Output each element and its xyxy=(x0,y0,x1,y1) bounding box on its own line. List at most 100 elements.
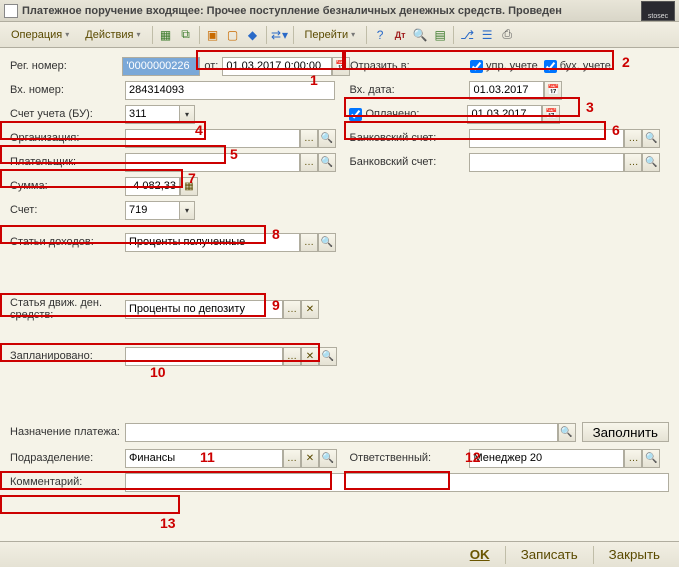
calendar-icon[interactable]: 📅 xyxy=(542,105,560,124)
acct-acct-label: бух. учете xyxy=(560,60,611,72)
account-input[interactable] xyxy=(125,201,180,220)
bank-account2-input[interactable] xyxy=(469,153,624,172)
comment-label: Комментарий: xyxy=(10,476,125,488)
payment-purpose-input[interactable] xyxy=(125,423,558,442)
ok-button[interactable]: OK xyxy=(459,545,501,565)
list-icon[interactable]: ☰ xyxy=(478,26,496,44)
fill-button[interactable]: Заполнить xyxy=(582,422,669,442)
in-date-label: Вх. дата: xyxy=(349,84,469,96)
search-button[interactable]: 🔍 xyxy=(558,423,576,442)
search-button[interactable]: 🔍 xyxy=(318,233,336,252)
income-articles-input[interactable] xyxy=(125,233,300,252)
account-bu-label: Счет учета (БУ): xyxy=(10,108,125,120)
sum-label: Сумма: xyxy=(10,180,125,192)
dtkt-icon[interactable]: Дт xyxy=(391,26,409,44)
paid-date-input[interactable] xyxy=(467,105,542,124)
separator xyxy=(266,26,267,44)
mgmt-acct-checkbox[interactable] xyxy=(470,60,483,73)
account-dropdown[interactable]: ▾ xyxy=(180,201,195,220)
goto-menu[interactable]: Перейти▾ xyxy=(298,25,363,45)
titlebar: Платежное поручение входящее: Прочее пос… xyxy=(0,0,679,22)
clear-button[interactable]: ✕ xyxy=(301,347,319,366)
save-button[interactable]: Записать xyxy=(510,545,589,565)
select-button[interactable]: … xyxy=(300,153,318,172)
department-label: Подразделение: xyxy=(10,452,125,464)
acct-acct-checkbox[interactable] xyxy=(544,60,557,73)
separator xyxy=(453,26,454,44)
mark-icon[interactable]: ◆ xyxy=(244,26,262,44)
basis-icon[interactable]: ⇄▾ xyxy=(271,26,289,44)
movement-article-label: Статья движ. ден. средств: xyxy=(10,297,125,321)
from-date-input[interactable] xyxy=(222,57,332,76)
search-button[interactable]: 🔍 xyxy=(642,129,660,148)
search-button[interactable]: 🔍 xyxy=(319,347,337,366)
bank-account-label: Банковский счет: xyxy=(349,132,469,144)
new-icon[interactable]: ▦ xyxy=(157,26,175,44)
toolbar: Операция▾ Действия▾ ▦ ⧉ ▣ ▢ ◆ ⇄▾ Перейти… xyxy=(0,22,679,48)
sum-input[interactable] xyxy=(125,177,180,196)
select-button[interactable]: … xyxy=(624,449,642,468)
report-icon[interactable]: ▤ xyxy=(431,26,449,44)
in-number-label: Вх. номер: xyxy=(10,84,125,96)
close-button[interactable]: Закрыть xyxy=(598,545,671,565)
comment-input[interactable] xyxy=(125,473,669,492)
in-date-input[interactable] xyxy=(469,81,544,100)
search-button[interactable]: 🔍 xyxy=(319,449,337,468)
account-bu-input[interactable] xyxy=(125,105,180,124)
account-bu-dropdown[interactable]: ▾ xyxy=(180,105,195,124)
print-icon[interactable]: ⎙ xyxy=(498,26,516,44)
clear-button[interactable]: ✕ xyxy=(301,300,319,319)
separator xyxy=(593,546,594,564)
select-button[interactable]: … xyxy=(624,129,642,148)
separator xyxy=(199,26,200,44)
organization-label: Организация: xyxy=(10,132,125,144)
separator xyxy=(505,546,506,564)
from-label: от: xyxy=(204,60,218,72)
clear-button[interactable]: ✕ xyxy=(301,449,319,468)
planned-input[interactable] xyxy=(125,347,283,366)
document-icon xyxy=(4,4,18,18)
movement-article-input[interactable] xyxy=(125,300,283,319)
select-button[interactable]: … xyxy=(283,300,301,319)
select-button[interactable]: … xyxy=(624,153,642,172)
reg-number-input[interactable] xyxy=(122,57,200,76)
payer-input[interactable] xyxy=(125,153,300,172)
bank-account-input[interactable] xyxy=(469,129,624,148)
select-button[interactable]: … xyxy=(300,233,318,252)
calc-icon[interactable]: ▦ xyxy=(180,177,198,196)
paid-label: Оплачено: xyxy=(365,108,467,120)
paid-checkbox[interactable] xyxy=(349,108,362,121)
tree-icon[interactable]: ⎇ xyxy=(458,26,476,44)
app-logo: stosec xyxy=(641,1,675,21)
unpost-icon[interactable]: ▢ xyxy=(224,26,242,44)
separator xyxy=(366,26,367,44)
select-button[interactable]: … xyxy=(283,449,301,468)
search-button[interactable]: 🔍 xyxy=(318,153,336,172)
help-icon[interactable]: ? xyxy=(371,26,389,44)
calendar-icon[interactable]: 📅 xyxy=(544,81,562,100)
post-icon[interactable]: ▣ xyxy=(204,26,222,44)
reg-number-label: Рег. номер: xyxy=(10,60,122,72)
search-icon[interactable]: 🔍 xyxy=(411,26,429,44)
responsible-input[interactable] xyxy=(469,449,624,468)
form-body: Рег. номер: от: 📅 Отразить в: упр. учете… xyxy=(0,48,679,500)
calendar-icon[interactable]: 📅 xyxy=(332,57,350,76)
copy-icon[interactable]: ⧉ xyxy=(177,26,195,44)
income-articles-label: Статьи доходов: xyxy=(10,236,125,248)
search-button[interactable]: 🔍 xyxy=(318,129,336,148)
search-button[interactable]: 🔍 xyxy=(642,449,660,468)
payer-label: Плательщик: xyxy=(10,156,125,168)
in-number-input[interactable] xyxy=(125,81,335,100)
search-button[interactable]: 🔍 xyxy=(642,153,660,172)
bank-account2-label: Банковский счет: xyxy=(349,156,469,168)
mgmt-acct-label: упр. учете xyxy=(486,60,538,72)
select-button[interactable]: … xyxy=(283,347,301,366)
operation-menu[interactable]: Операция▾ xyxy=(4,25,76,45)
window-title: Платежное поручение входящее: Прочее пос… xyxy=(22,5,562,17)
select-button[interactable]: … xyxy=(300,129,318,148)
footer: OK Записать Закрыть xyxy=(0,541,679,567)
payment-purpose-label: Назначение платежа: xyxy=(10,426,125,438)
organization-input[interactable] xyxy=(125,129,300,148)
department-input[interactable] xyxy=(125,449,283,468)
actions-menu[interactable]: Действия▾ xyxy=(78,25,147,45)
